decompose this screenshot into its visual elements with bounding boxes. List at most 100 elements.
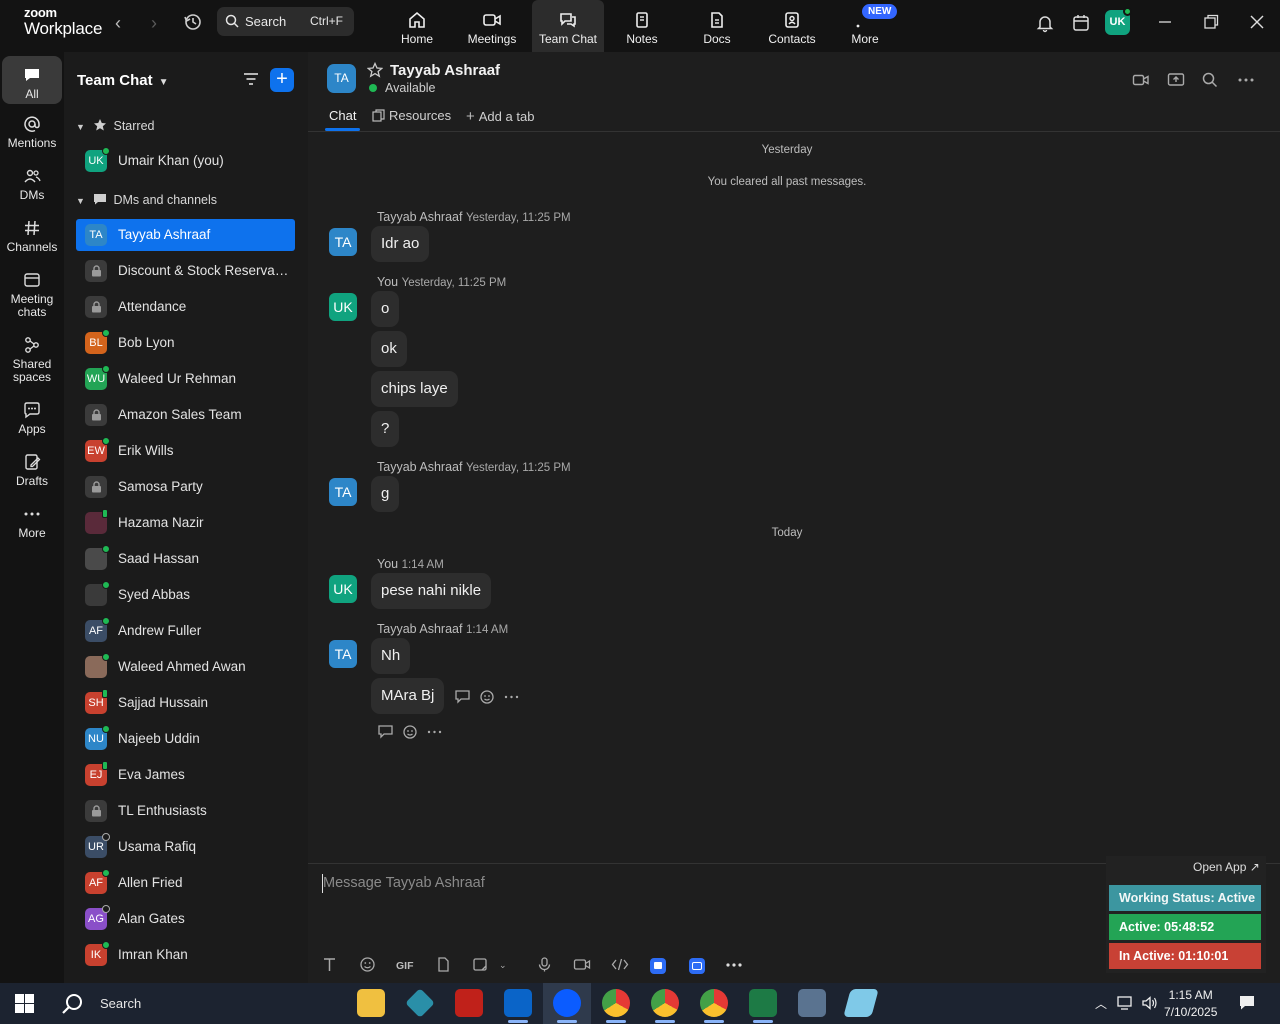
more-tools-icon[interactable] [725, 956, 743, 973]
list-item[interactable]: Amazon Sales Team [76, 399, 295, 431]
zoom-taskbar-icon[interactable] [553, 989, 581, 1023]
message-avatar[interactable]: TA [329, 640, 357, 668]
microphone-icon[interactable] [536, 956, 553, 973]
rail-item-meeting-chats[interactable]: Meeting chats [2, 270, 62, 319]
message-bubble[interactable]: Nh [371, 638, 411, 674]
volume-icon[interactable] [1141, 995, 1159, 1011]
list-item[interactable]: IK Imran Khan [76, 939, 295, 971]
message-bubble[interactable]: ? [371, 411, 400, 447]
add-reaction-icon[interactable] [479, 688, 496, 705]
rail-item-drafts[interactable]: Drafts [2, 452, 62, 488]
list-item[interactable]: Hazama Nazir [76, 507, 295, 539]
global-search[interactable]: Search Ctrl+F [217, 7, 354, 36]
notepad-icon[interactable] [843, 989, 879, 1017]
more-options-icon[interactable] [1237, 71, 1255, 89]
windows-start-icon[interactable] [15, 994, 34, 1013]
sender-name[interactable]: Tayyab Ashraaf [377, 622, 462, 636]
chrome-profile-2-icon[interactable] [651, 989, 679, 1023]
message-bubble[interactable]: Idr ao [371, 226, 430, 262]
calculator-icon[interactable] [798, 989, 826, 1017]
rail-item-more[interactable]: More [2, 504, 62, 540]
rail-item-channels[interactable]: Channels [2, 218, 62, 254]
list-item[interactable]: TA Tayyab Ashraaf [76, 219, 295, 251]
forward-arrow-icon[interactable]: › [151, 13, 157, 34]
nav-tab-home[interactable]: Home [381, 0, 453, 52]
star-outline-icon[interactable] [367, 62, 383, 78]
list-item[interactable]: Waleed Ahmed Awan [76, 651, 295, 683]
calendar-icon[interactable] [1071, 13, 1091, 33]
app-diamond-icon[interactable] [405, 988, 435, 1018]
rail-item-apps[interactable]: Apps [2, 400, 62, 436]
list-item[interactable]: SH Sajjad Hussain [76, 687, 295, 719]
more-actions-icon[interactable] [503, 688, 520, 705]
list-item[interactable]: Saad Hassan [76, 543, 295, 575]
list-item[interactable]: Syed Abbas [76, 579, 295, 611]
history-icon[interactable] [183, 12, 203, 32]
message-avatar[interactable]: TA [329, 228, 357, 256]
open-app-link[interactable]: Open App ↗ [1193, 860, 1260, 874]
video-call-icon[interactable] [1132, 71, 1150, 89]
video-message-icon[interactable] [573, 956, 591, 973]
app-integration-icon[interactable] [650, 958, 666, 974]
message-avatar[interactable]: UK [329, 293, 357, 321]
tab-chat[interactable]: Chat [329, 108, 356, 123]
contact-avatar[interactable]: TA [327, 64, 356, 93]
emoji-icon[interactable] [359, 956, 376, 973]
list-item[interactable]: UR Usama Rafiq [76, 831, 295, 863]
code-snippet-icon[interactable] [611, 956, 629, 973]
chrome-profile-3-icon[interactable] [700, 989, 728, 1023]
list-item[interactable]: WU Waleed Ur Rehman [76, 363, 295, 395]
list-item[interactable]: TL Enthusiasts [76, 795, 295, 827]
message-bubble[interactable]: MAra Bj [371, 678, 445, 714]
list-item[interactable]: Attendance [76, 291, 295, 323]
share-screen-icon[interactable] [1167, 71, 1185, 89]
outlook-icon[interactable] [504, 989, 532, 1023]
close-icon[interactable] [1247, 12, 1267, 32]
system-clock[interactable]: 1:15 AM 7/10/2025 [1164, 987, 1217, 1021]
team-chat-header[interactable]: Team Chat ▼ [77, 72, 168, 89]
rail-item-shared-spaces[interactable]: Shared spaces [2, 335, 62, 384]
message-bubble[interactable]: chips laye [371, 371, 458, 407]
sender-name[interactable]: You [377, 557, 398, 571]
list-item[interactable]: BL Bob Lyon [76, 327, 295, 359]
back-arrow-icon[interactable]: ‹ [115, 13, 121, 34]
text-format-icon[interactable] [321, 956, 338, 973]
minimize-icon[interactable] [1155, 12, 1175, 32]
section-dms-channels[interactable]: ▼ DMs and channels [76, 192, 217, 207]
nav-tab-team-chat[interactable]: Team Chat [532, 0, 604, 52]
new-chat-button[interactable]: + [270, 68, 294, 92]
search-icon[interactable] [1201, 71, 1219, 89]
list-item[interactable]: AF Andrew Fuller [76, 615, 295, 647]
nav-tab-docs[interactable]: Docs [681, 0, 753, 52]
sender-name[interactable]: Tayyab Ashraaf [377, 460, 462, 474]
network-icon[interactable] [1117, 995, 1135, 1011]
gif-button[interactable]: GIF [396, 960, 414, 972]
file-explorer-icon[interactable] [357, 989, 385, 1017]
filter-icon[interactable] [242, 70, 260, 88]
filezilla-icon[interactable] [455, 989, 483, 1017]
excel-icon[interactable] [749, 989, 777, 1023]
sender-name[interactable]: Tayyab Ashraaf [377, 210, 462, 224]
taskbar-search[interactable]: Search [53, 983, 353, 1024]
list-item[interactable]: Samosa Party [76, 471, 295, 503]
sender-name[interactable]: You [377, 275, 398, 289]
message-bubble[interactable]: g [371, 476, 400, 512]
chrome-icon[interactable] [602, 989, 630, 1023]
bell-icon[interactable] [1035, 13, 1055, 33]
list-item[interactable]: Discount & Stock Reservati... [76, 255, 295, 287]
rail-item-all[interactable]: All [2, 56, 62, 104]
message-input[interactable]: Message Tayyab Ashraaf [323, 875, 485, 891]
zoom-app-icon[interactable] [689, 958, 705, 974]
rail-item-mentions[interactable]: Mentions [2, 114, 62, 150]
nav-tab-contacts[interactable]: Contacts [756, 0, 828, 52]
list-item[interactable]: EJ Eva James [76, 759, 295, 791]
contact-name[interactable]: Tayyab Ashraaf [390, 62, 500, 79]
nav-tab-meetings[interactable]: Meetings [456, 0, 528, 52]
message-bubble[interactable]: o [371, 291, 400, 327]
notifications-icon[interactable] [1238, 994, 1256, 1012]
message-avatar[interactable]: TA [329, 478, 357, 506]
list-item[interactable]: AF Allen Fried [76, 867, 295, 899]
message-bubble[interactable]: ok [371, 331, 407, 367]
tab-resources[interactable]: Resources [372, 108, 451, 123]
add-reaction-icon[interactable] [402, 723, 419, 740]
